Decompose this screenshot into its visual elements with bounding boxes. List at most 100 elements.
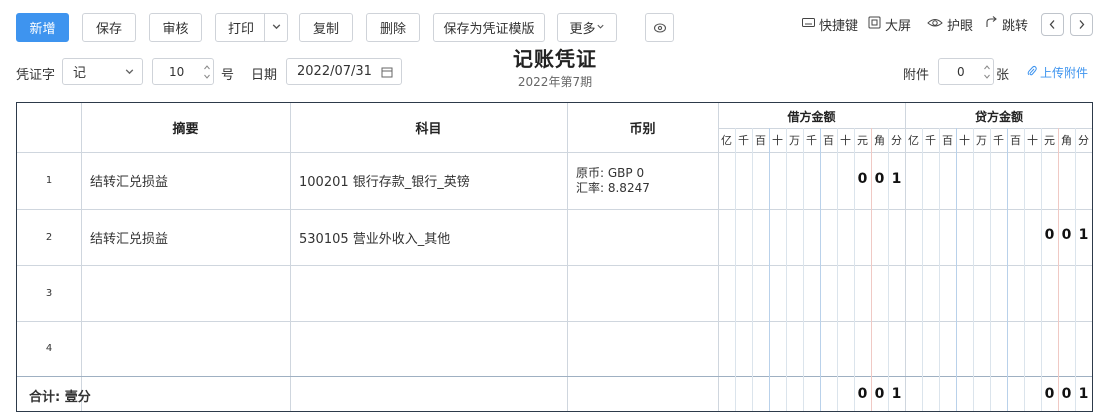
save-button[interactable]: 保存 [82,13,136,42]
row-account[interactable]: 530105 营业外收入_其他 [299,209,567,265]
row-divider [17,321,1092,322]
attach-label: 附件 [903,68,930,83]
digit-unit-header: 十 [772,134,783,147]
header-currency: 币别 [629,122,656,137]
eye-icon [927,16,943,33]
debit-amount-digit: 0 [857,171,868,187]
period-label: 2022年第7期 [517,75,593,89]
delete-button[interactable]: 删除 [366,13,420,42]
column-divider [718,103,719,411]
digit-unit-header: 亿 [721,134,732,147]
total-debit-digit: 0 [857,386,868,402]
digit-column-divider [769,128,770,411]
voucher-number-value: 10 [169,64,185,79]
row-summary[interactable]: 结转汇兑损益 [90,209,290,265]
digit-column-divider [1007,128,1008,411]
digit-unit-header: 百 [1010,134,1021,147]
digit-column-divider [752,128,753,411]
review-button[interactable]: 审核 [149,13,202,42]
digit-unit-header: 分 [891,134,902,147]
save-template-button[interactable]: 保存为凭证模版 [433,13,545,42]
fullscreen-icon [868,16,881,33]
credit-amount-digit: 0 [1061,227,1072,243]
voucher-number-stepper[interactable]: 10 [152,58,214,85]
total-label: 合计: 壹分 [29,389,91,405]
voucher-word-value: 记 [73,66,87,81]
jump-icon [985,16,998,32]
total-debit-digit: 1 [891,386,902,402]
column-divider [905,103,906,411]
digit-column-divider [1041,128,1042,411]
digit-unit-header: 十 [840,134,851,147]
attach-count-value: 0 [957,64,965,79]
voucher-word-select[interactable]: 记 [62,58,143,85]
print-button[interactable]: 打印 [215,13,288,42]
digit-column-divider [1075,128,1076,411]
total-debit-digit: 0 [874,386,885,402]
digit-unit-header: 千 [806,134,817,147]
total-credit-digit: 1 [1078,386,1089,402]
digit-column-divider [786,128,787,411]
row-account[interactable]: 100201 银行存款_银行_英镑 [299,152,567,209]
header-summary: 摘要 [172,122,199,137]
digit-column-divider [990,128,991,411]
row-exchange-rate: 汇率: 8.8247 [576,181,650,195]
stepper-arrows-icon[interactable] [201,59,213,84]
row-number: 1 [45,175,53,186]
digit-column-divider [803,128,804,411]
more-button[interactable]: 更多 [557,13,617,42]
stepper-arrows-icon[interactable] [981,59,993,84]
attach-count-stepper[interactable]: 0 [938,58,994,85]
digit-column-divider [1024,128,1025,411]
date-field[interactable]: 2022/07/31 [286,58,402,85]
row-original-currency: 原币: GBP 0 [576,166,645,180]
digit-unit-header: 百 [823,134,834,147]
digit-column-divider [939,128,940,411]
voucher-table: 摘要 科目 币别 借方金额 贷方金额 亿亿千千百百十十万万千千百百十十元元角角分… [16,102,1093,412]
digit-column-divider [735,128,736,411]
new-button[interactable]: 新增 [16,13,69,42]
number-suffix: 号 [221,68,235,83]
date-label: 日期 [251,68,278,83]
shortcuts-label: 快捷键 [819,18,859,34]
header-credit: 贷方金额 [974,109,1023,124]
total-credit-digit: 0 [1044,386,1055,402]
jump-label: 跳转 [1002,18,1029,34]
chevron-right-icon[interactable] [1070,13,1093,36]
digit-column-divider [820,128,821,411]
row-number: 2 [45,231,53,243]
row-number: 4 [45,343,53,354]
debit-amount-digit: 0 [874,171,885,187]
digit-column-divider [956,128,957,411]
fullscreen-button[interactable]: 大屏 [868,14,911,34]
copy-button[interactable]: 复制 [299,13,353,42]
digit-unit-header: 万 [976,134,987,147]
digit-column-divider [837,128,838,411]
upload-attachment-link[interactable]: 上传附件 [1027,64,1088,81]
digit-unit-header: 百 [942,134,953,147]
chevron-left-icon[interactable] [1041,13,1064,36]
paperclip-icon [1027,65,1037,80]
digit-unit-header: 分 [1078,134,1089,147]
fullscreen-label: 大屏 [885,18,912,34]
jump-button[interactable]: 跳转 [985,14,1028,34]
attach-unit: 张 [996,68,1010,83]
debit-amount-digit: 1 [891,171,902,187]
digit-column-divider [1058,128,1059,411]
shortcuts-button[interactable]: 快捷键 [802,14,858,34]
more-label: 更多 [569,22,596,37]
total-credit-digit: 0 [1061,386,1072,402]
digit-header-divider [718,128,1092,129]
row-summary[interactable]: 结转汇兑损益 [90,152,290,209]
row-number: 3 [45,287,53,299]
chevron-down-icon[interactable] [271,21,282,36]
digit-column-divider [973,128,974,411]
digit-unit-header: 万 [789,134,800,147]
settings-icon[interactable] [645,13,674,42]
chevron-down-icon [124,66,135,81]
digit-unit-header: 千 [925,134,936,147]
voucher-word-label: 凭证字 [16,68,56,83]
calendar-icon [381,66,393,82]
eye-protect-button[interactable]: 护眼 [927,14,973,34]
header-account: 科目 [415,122,442,137]
